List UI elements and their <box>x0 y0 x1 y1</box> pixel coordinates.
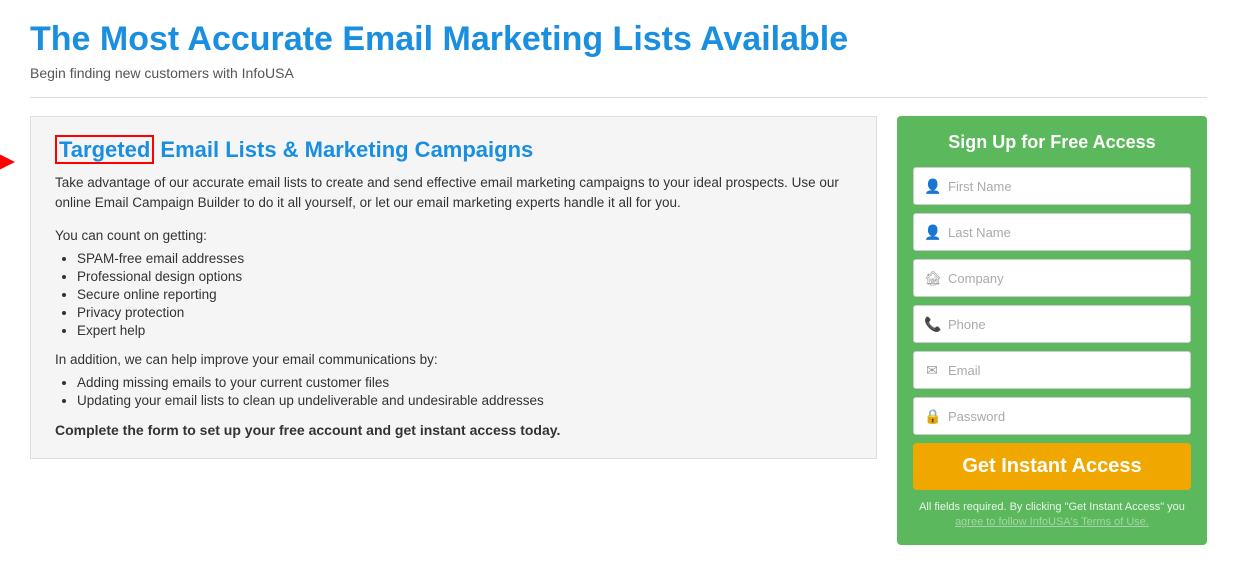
email-field[interactable]: ✉ <box>913 351 1191 389</box>
company-field[interactable]: 🏚 <box>913 259 1191 297</box>
in-addition: In addition, we can help improve your em… <box>55 352 852 367</box>
last-name-field[interactable]: 👤 <box>913 213 1191 251</box>
section-heading: Targeted Email Lists & Marketing Campaig… <box>55 137 852 163</box>
person-icon: 👤 <box>924 224 940 241</box>
left-panel: Targeted Email Lists & Marketing Campaig… <box>30 116 877 459</box>
divider <box>30 97 1207 98</box>
first-name-input[interactable] <box>948 179 1180 194</box>
signup-title: Sign Up for Free Access <box>913 132 1191 153</box>
terms-link[interactable]: agree to follow InfoUSA's Terms of Use. <box>955 516 1149 528</box>
you-can-count: You can count on getting: <box>55 228 852 243</box>
right-panel: Sign Up for Free Access 👤 👤 🏚 📞 <box>897 116 1207 545</box>
list-item: Adding missing emails to your current cu… <box>77 375 852 390</box>
phone-field[interactable]: 📞 <box>913 305 1191 343</box>
lock-icon: 🔒 <box>924 408 940 425</box>
bullet-list-2: Adding missing emails to your current cu… <box>77 375 852 408</box>
list-item: Secure online reporting <box>77 287 852 302</box>
page-subtitle: Begin finding new customers with InfoUSA <box>30 65 1207 81</box>
page-title: The Most Accurate Email Marketing Lists … <box>30 20 1207 59</box>
arrow-icon <box>0 124 23 172</box>
password-field[interactable]: 🔒 <box>913 397 1191 435</box>
get-instant-access-button[interactable]: Get Instant Access <box>913 443 1191 490</box>
page-wrapper: The Most Accurate Email Marketing Lists … <box>0 0 1237 565</box>
first-name-field[interactable]: 👤 <box>913 167 1191 205</box>
password-input[interactable] <box>948 409 1180 424</box>
list-item: Updating your email lists to clean up un… <box>77 393 852 408</box>
last-name-input[interactable] <box>948 225 1180 240</box>
person-icon: 👤 <box>924 178 940 195</box>
list-item: Professional design options <box>77 269 852 284</box>
list-item: Privacy protection <box>77 305 852 320</box>
phone-icon: 📞 <box>924 316 940 333</box>
building-icon: 🏚 <box>924 270 940 287</box>
bullet-list-1: SPAM-free email addresses Professional d… <box>77 251 852 338</box>
phone-input[interactable] <box>948 317 1180 332</box>
list-item: Expert help <box>77 323 852 338</box>
main-content: Targeted Email Lists & Marketing Campaig… <box>30 116 1207 545</box>
complete-form: Complete the form to set up your free ac… <box>55 422 852 438</box>
company-input[interactable] <box>948 271 1180 286</box>
description: Take advantage of our accurate email lis… <box>55 173 852 214</box>
heading-rest: Email Lists & Marketing Campaigns <box>154 137 533 162</box>
email-input[interactable] <box>948 363 1180 378</box>
targeted-word: Targeted <box>55 135 154 164</box>
terms-text: All fields required. By clicking "Get In… <box>913 500 1191 531</box>
email-icon: ✉ <box>924 362 940 379</box>
list-item: SPAM-free email addresses <box>77 251 852 266</box>
